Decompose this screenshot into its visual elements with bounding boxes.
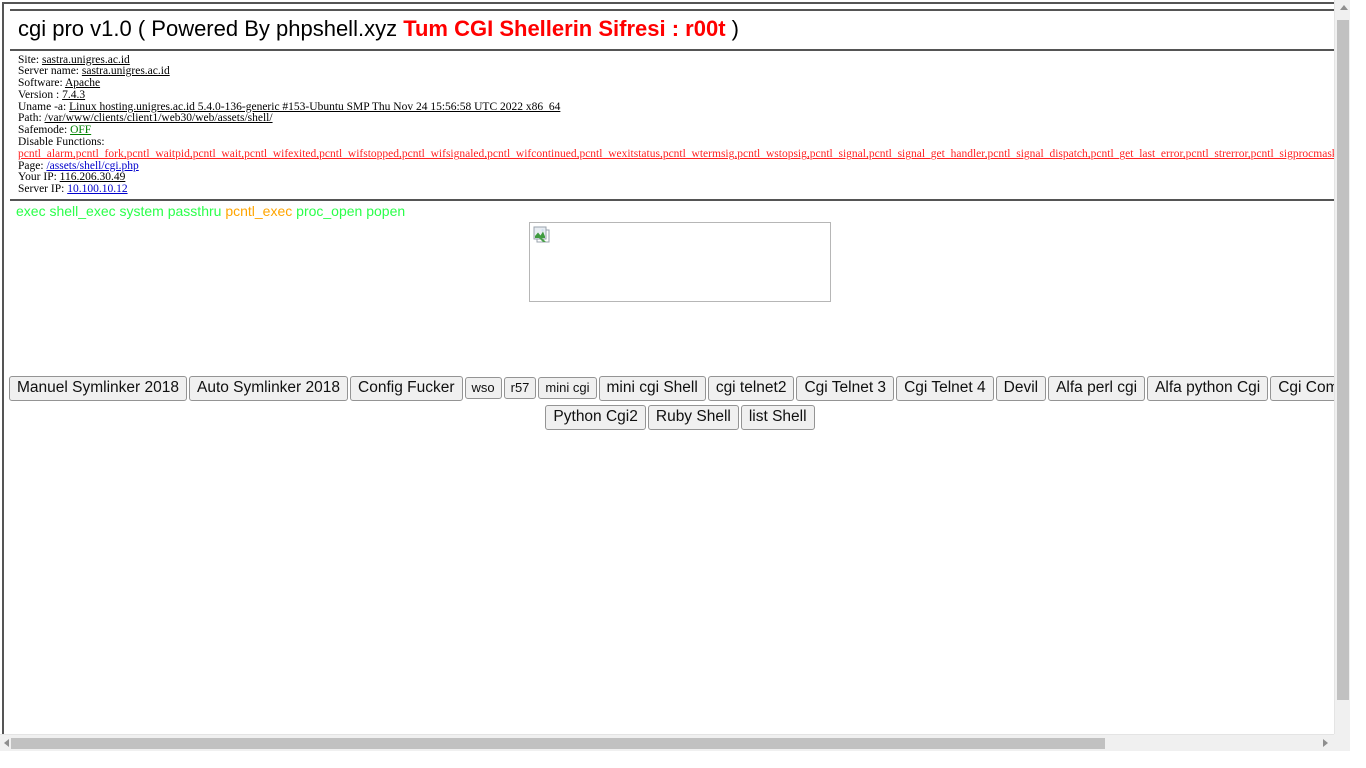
enabled-functions-group-1: exec shell_exec system passthru xyxy=(16,202,222,219)
info-label-version: Version : xyxy=(18,89,63,101)
enabled-functions-line: exec shell_exec system passthru pcntl_ex… xyxy=(8,201,1350,220)
shell-buttons-row-2: Python Cgi2 Ruby Shell list Shell xyxy=(8,404,1350,430)
banner-image-broken xyxy=(529,221,831,302)
info-value-safemode[interactable]: OFF xyxy=(70,125,91,137)
scroll-up-arrow-icon[interactable] xyxy=(1340,5,1348,10)
server-info-panel: Site: sastra.unigres.ac.id Server name: … xyxy=(10,51,1350,201)
shell-button-mini-cgi[interactable]: mini cgi xyxy=(538,377,597,400)
shell-button-alfa-perl-cgi[interactable]: Alfa perl cgi xyxy=(1048,375,1146,401)
shell-button-python-cgi2[interactable]: Python Cgi2 xyxy=(545,404,646,430)
info-label-uname: Uname -a: xyxy=(18,101,70,113)
info-value-site[interactable]: sastra.unigres.ac.id xyxy=(42,54,130,66)
shell-button-manuel-symlinker-2018[interactable]: Manuel Symlinker 2018 xyxy=(9,375,187,401)
info-label-path: Path: xyxy=(18,112,45,125)
scroll-right-arrow-icon[interactable] xyxy=(1323,739,1328,747)
page-content: cgi pro v1.0 ( Powered By phpshell.xyz T… xyxy=(8,7,1350,430)
info-row-software: Software: Apache xyxy=(18,78,1350,90)
info-row-uname: Uname -a: Linux hosting.unigres.ac.id 5.… xyxy=(18,101,1350,113)
broken-image-icon xyxy=(533,226,551,244)
info-label-site: Site: xyxy=(18,54,42,66)
info-row-site: Site: sastra.unigres.ac.id xyxy=(18,54,1350,66)
restricted-function: pcntl_exec xyxy=(225,202,293,219)
info-label-server-ip: Server IP: xyxy=(18,183,68,196)
shell-buttons-row-1: Manuel Symlinker 2018 Auto Symlinker 2018… xyxy=(8,375,1350,401)
vertical-scrollbar[interactable] xyxy=(1334,0,1350,751)
info-value-path[interactable]: /var/www/clients/client1/web30/web/asset… xyxy=(45,113,273,125)
info-value-uname[interactable]: Linux hosting.unigres.ac.id 5.4.0-136-ge… xyxy=(69,101,560,113)
info-row-disable-functions-label: Disable Functions: xyxy=(18,137,1350,149)
shell-button-r57[interactable]: r57 xyxy=(503,377,537,400)
shell-button-wso[interactable]: wso xyxy=(464,377,502,400)
shell-button-ruby-shell[interactable]: Ruby Shell xyxy=(647,404,739,430)
scroll-left-arrow-icon[interactable] xyxy=(4,739,9,747)
shell-button-alfa-python-cgi[interactable]: Alfa python Cgi xyxy=(1147,375,1269,401)
info-value-server-name[interactable]: sastra.unigres.ac.id xyxy=(82,66,170,78)
page-frame: cgi pro v1.0 ( Powered By phpshell.xyz T… xyxy=(2,2,1350,747)
info-row-path: Path: /var/www/clients/client1/web30/web… xyxy=(18,113,1350,125)
info-label-your-ip: Your IP: xyxy=(18,171,60,184)
horizontal-scrollbar[interactable] xyxy=(0,734,1350,751)
page-title-prefix: cgi pro v1.0 ( Powered By phpshell.xyz xyxy=(18,16,404,41)
info-row-version: Version : 7.4.3 xyxy=(18,89,1350,101)
enabled-functions-group-2: proc_open popen xyxy=(296,202,406,219)
shell-button-auto-symlinker-2018[interactable]: Auto Symlinker 2018 xyxy=(188,375,349,401)
info-label-page: Page: xyxy=(18,160,47,172)
info-value-version[interactable]: 7.4.3 xyxy=(62,89,85,101)
shell-button-cgi-telnet-3[interactable]: Cgi Telnet 3 xyxy=(796,375,895,401)
scrollbar-corner xyxy=(1334,734,1350,751)
shell-button-cgi-telnet2[interactable]: cgi telnet2 xyxy=(707,375,795,401)
info-row-server-ip: Server IP: 10.100.10.12 xyxy=(18,184,1350,196)
info-row-your-ip: Your IP: 116.206.30.49 xyxy=(18,172,1350,184)
vertical-scrollbar-thumb[interactable] xyxy=(1337,20,1349,700)
info-value-your-ip[interactable]: 116.206.30.49 xyxy=(60,172,126,184)
info-value-server-ip[interactable]: 10.100.10.12 xyxy=(67,184,127,196)
shell-buttons: Manuel Symlinker 2018 Auto Symlinker 2018… xyxy=(8,375,1350,430)
info-label-safemode: Safemode: xyxy=(18,124,71,137)
horizontal-scrollbar-thumb[interactable] xyxy=(11,738,1105,749)
page-title-highlight: Tum CGI Shellerin Sifresi : r00t xyxy=(403,16,726,41)
shell-button-list-shell[interactable]: list Shell xyxy=(740,404,815,430)
info-value-disable-functions[interactable]: pcntl_alarm,pcntl_fork,pcntl_waitpid,pcn… xyxy=(18,148,1350,161)
info-label-server-name: Server name: xyxy=(18,65,82,78)
info-label-disable-functions: Disable Functions: xyxy=(18,136,105,149)
info-label-software: Software: xyxy=(18,77,65,90)
info-value-page[interactable]: /assets/shell/cgi.php xyxy=(46,160,138,172)
page-title: cgi pro v1.0 ( Powered By phpshell.xyz T… xyxy=(10,9,1350,51)
banner-image-container xyxy=(8,220,1350,302)
info-row-safemode: Safemode: OFF xyxy=(18,125,1350,137)
shell-button-mini-cgi-shell[interactable]: mini cgi Shell xyxy=(598,375,706,401)
page-title-suffix: ) xyxy=(725,16,739,41)
info-row-page: Page: /assets/shell/cgi.php xyxy=(18,160,1350,172)
browser-viewport: cgi pro v1.0 ( Powered By phpshell.xyz T… xyxy=(0,0,1350,751)
info-value-software[interactable]: Apache xyxy=(65,78,100,90)
shell-button-cgi-telnet-4[interactable]: Cgi Telnet 4 xyxy=(896,375,994,401)
info-row-server-name: Server name: sastra.unigres.ac.id xyxy=(18,66,1350,78)
shell-button-devil[interactable]: Devil xyxy=(995,375,1047,401)
shell-button-config-fucker[interactable]: Config Fucker xyxy=(350,375,463,401)
info-row-disable-functions-value: pcntl_alarm,pcntl_fork,pcntl_waitpid,pcn… xyxy=(18,148,1350,161)
